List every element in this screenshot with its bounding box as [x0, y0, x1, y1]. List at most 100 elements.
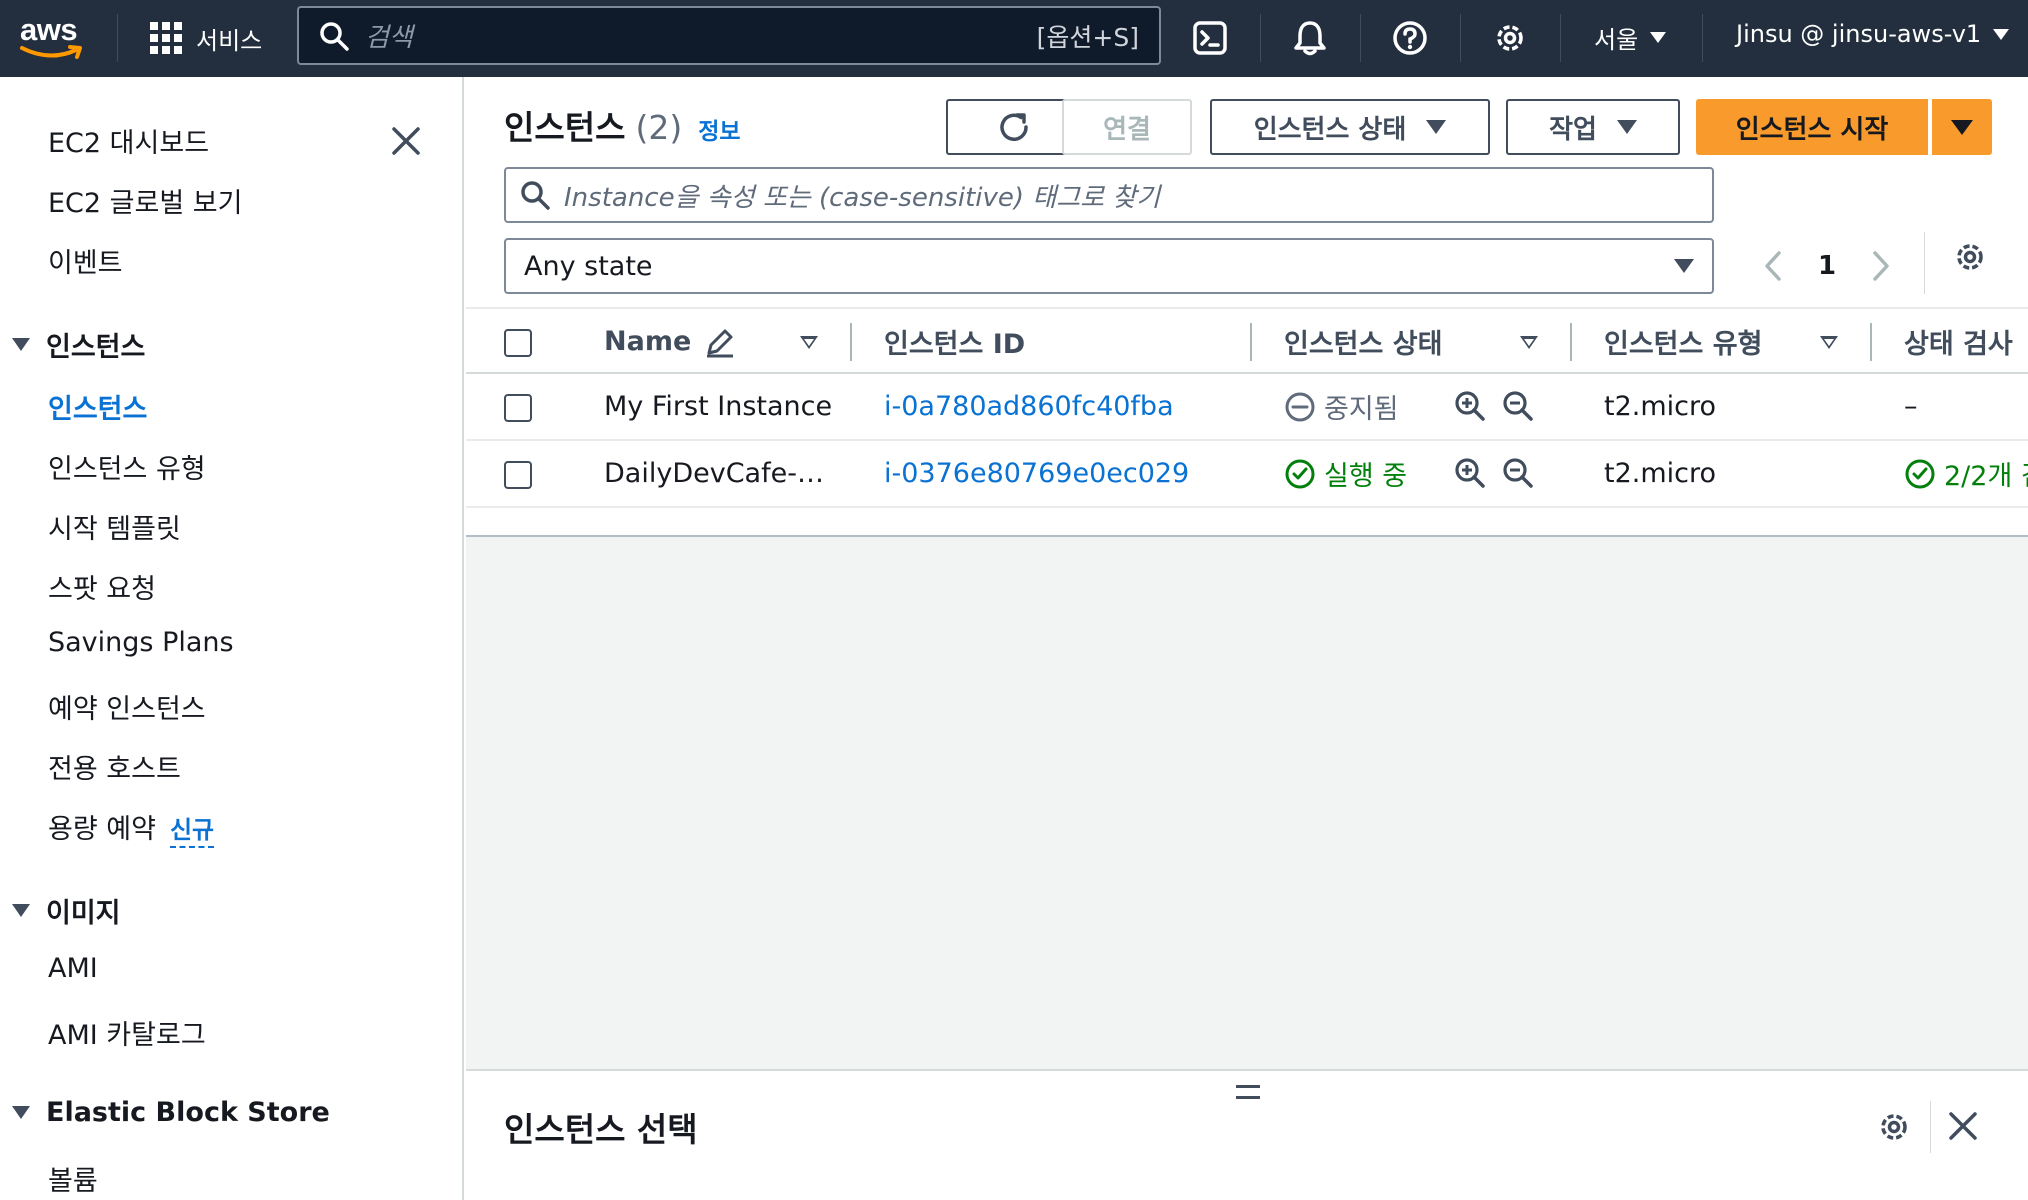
close-icon[interactable] — [1946, 1109, 1980, 1143]
sidebar-section-images[interactable]: 이미지 — [12, 891, 121, 930]
zoom-in-icon[interactable] — [1452, 388, 1488, 424]
column-header-name[interactable]: Name — [604, 309, 737, 374]
settings-button[interactable] — [1488, 16, 1532, 60]
select-all-checkbox[interactable] — [504, 329, 532, 357]
nav-divider — [1460, 14, 1461, 62]
instance-filter-input[interactable]: Instance을 속성 또는 (case-sensitive) 태그로 찾기 — [504, 167, 1714, 223]
notifications-button[interactable] — [1288, 16, 1332, 60]
column-header-instance-state[interactable]: 인스턴스 상태 — [1284, 309, 1442, 374]
aws-smile-icon — [20, 45, 82, 59]
status-label: 중지됨 — [1324, 394, 1399, 425]
chevron-right-icon[interactable] — [1870, 249, 1892, 283]
state-filter-select[interactable]: Any state — [504, 238, 1714, 294]
actions-button[interactable]: 작업 — [1506, 99, 1680, 155]
search-shortcut: [옵션+S] — [1036, 22, 1139, 52]
instance-id-link[interactable]: i-0a780ad860fc40fba — [884, 374, 1174, 439]
split-panel-gear-icon[interactable] — [1876, 1109, 1912, 1145]
instances-panel: 인스턴스 (2) 정보 연결 인스턴스 상태 작업 인스턴스 시작 Instan… — [466, 77, 2028, 537]
expand-triangle-icon — [12, 1106, 30, 1119]
help-button[interactable] — [1388, 16, 1432, 60]
instance-state: 실행 중 — [1284, 441, 1407, 506]
current-page[interactable]: 1 — [1818, 251, 1836, 281]
page-title: 인스턴스 (2) 정보 — [504, 101, 741, 149]
instance-id-link[interactable]: i-0376e80769e0ec029 — [884, 441, 1189, 506]
zoom-out-icon[interactable] — [1500, 455, 1536, 491]
instance-state-button[interactable]: 인스턴스 상태 — [1210, 99, 1490, 155]
status-check: – — [1904, 391, 1918, 422]
pager-divider — [1924, 232, 1925, 294]
region-label: 서울 — [1594, 26, 1639, 54]
running-check-icon — [1285, 459, 1315, 488]
expand-triangle-icon — [12, 338, 30, 351]
sidebar-item-savings-plans[interactable]: Savings Plans — [48, 627, 234, 658]
sidebar-item-spot-requests[interactable]: 스팟 요청 — [48, 567, 156, 606]
help-icon — [1393, 21, 1427, 55]
filter-placeholder: Instance을 속성 또는 (case-sensitive) 태그로 찾기 — [564, 182, 1161, 213]
status-stopped: 중지됨 — [1284, 387, 1399, 426]
close-sidebar-icon[interactable] — [388, 123, 424, 159]
sidebar-item-volumes[interactable]: 볼륨 — [48, 1159, 98, 1198]
page-title-text: 인스턴스 — [504, 108, 626, 147]
sort-icon[interactable] — [800, 336, 818, 349]
nav-divider — [1702, 14, 1703, 62]
launch-instances-dropdown[interactable] — [1932, 99, 1992, 155]
sidebar-item-ec2-global-view[interactable]: EC2 글로벌 보기 — [48, 181, 242, 220]
sidebar-item-instances[interactable]: 인스턴스 — [48, 387, 147, 426]
sidebar-section-ebs[interactable]: Elastic Block Store — [12, 1097, 330, 1128]
search-placeholder: 검색 — [365, 23, 413, 53]
zoom-out-icon[interactable] — [1500, 388, 1536, 424]
info-link[interactable]: 정보 — [698, 112, 740, 146]
column-header-instance-id[interactable]: 인스턴스 ID — [884, 309, 1025, 374]
caret-down-icon — [1951, 119, 1973, 135]
cloudshell-icon — [1193, 21, 1227, 55]
connect-button[interactable]: 연결 — [1062, 99, 1192, 155]
sidebar-item-events[interactable]: 이벤트 — [48, 241, 123, 280]
aws-logo[interactable]: aws — [20, 10, 86, 66]
sidebar-item-ami-catalog[interactable]: AMI 카탈로그 — [48, 1013, 206, 1052]
region-selector[interactable]: 서울 — [1594, 20, 1667, 55]
top-navigation: aws 서비스 검색 [옵션+S] 서울 Jinsu @ jinsu-aws-v… — [0, 0, 2028, 77]
instance-type: t2.micro — [1604, 391, 1717, 422]
instance-type: t2.micro — [1604, 458, 1717, 489]
caret-down-icon — [1426, 120, 1447, 134]
column-header-instance-type[interactable]: 인스턴스 유형 — [1604, 309, 1762, 374]
resize-handle[interactable] — [1236, 1085, 1260, 1099]
global-search-input[interactable]: 검색 [옵션+S] — [297, 6, 1161, 65]
split-panel: 인스턴스 선택 — [466, 1069, 2028, 1200]
column-divider — [850, 323, 852, 361]
expand-triangle-icon — [12, 904, 30, 917]
split-panel-divider — [1930, 1101, 1931, 1153]
main-content: 인스턴스 (2) 정보 연결 인스턴스 상태 작업 인스턴스 시작 Instan… — [466, 77, 2028, 1200]
sort-icon[interactable] — [1520, 336, 1538, 349]
cloudshell-button[interactable] — [1188, 16, 1232, 60]
gear-icon — [1497, 25, 1523, 51]
sidebar-item-capacity-reservations[interactable]: 용량 예약 신규 — [48, 807, 215, 848]
sort-icon[interactable] — [1820, 336, 1838, 349]
sidebar-item-dedicated-hosts[interactable]: 전용 호스트 — [48, 747, 181, 786]
caret-down-icon — [1993, 28, 2010, 40]
section-title: 이미지 — [46, 898, 121, 929]
account-label: Jinsu @ jinsu-aws-v1 — [1736, 20, 1982, 48]
split-panel-title: 인스턴스 선택 — [504, 1110, 698, 1149]
table-preferences-gear-icon[interactable] — [1952, 239, 1988, 275]
check-circle-icon — [1905, 459, 1935, 488]
zoom-in-icon[interactable] — [1452, 455, 1488, 491]
instance-name: DailyDevCafe-… — [604, 458, 824, 489]
column-header-status-check[interactable]: 상태 검사 — [1904, 309, 2013, 374]
sidebar-item-ami[interactable]: AMI — [48, 953, 98, 984]
launch-instances-button[interactable]: 인스턴스 시작 — [1696, 99, 1928, 155]
row-checkbox[interactable] — [504, 461, 532, 489]
table-row[interactable]: My First Instance i-0a780ad860fc40fba 중지… — [466, 374, 2028, 441]
status-check-label: 2/2개 검 — [1944, 461, 2028, 492]
sidebar-item-reserved-instances[interactable]: 예약 인스턴스 — [48, 687, 206, 726]
sidebar-section-instances[interactable]: 인스턴스 — [12, 325, 145, 364]
sidebar-item-ec2-dashboard[interactable]: EC2 대시보드 — [48, 121, 209, 160]
services-menu-button[interactable]: 서비스 — [150, 18, 262, 58]
sidebar-item-launch-templates[interactable]: 시작 템플릿 — [48, 507, 181, 546]
chevron-left-icon[interactable] — [1762, 249, 1784, 283]
account-menu[interactable]: Jinsu @ jinsu-aws-v1 — [1736, 20, 2010, 48]
row-checkbox[interactable] — [504, 394, 532, 422]
state-filter-value: Any state — [524, 250, 653, 282]
table-row[interactable]: DailyDevCafe-… i-0376e80769e0ec029 실행 중 — [466, 441, 2028, 508]
sidebar-item-instance-types[interactable]: 인스턴스 유형 — [48, 447, 206, 486]
